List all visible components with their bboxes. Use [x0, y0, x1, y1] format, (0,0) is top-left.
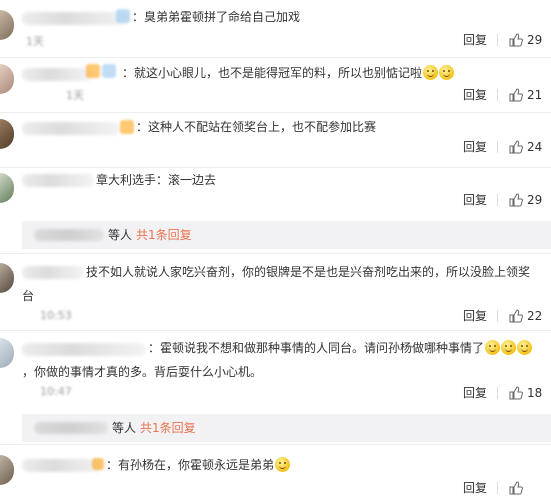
avatar[interactable] — [0, 10, 14, 40]
reply-button[interactable]: 回复 — [463, 87, 487, 103]
member-badge-icon — [120, 120, 134, 134]
thumbs-up-icon[interactable] — [509, 309, 523, 323]
avatar[interactable] — [0, 64, 14, 94]
sub-reply-bar[interactable]: 等人 共1条回复 — [22, 221, 551, 249]
comment-text-continued: 台 — [22, 289, 35, 303]
thumbs-up-icon[interactable] — [509, 140, 523, 154]
view-replies-link[interactable]: 共1条回复 — [136, 227, 192, 243]
separator — [497, 194, 498, 206]
comment-text: ：霍顿说我不想和做那种事情的人同台。请问孙杨做哪种事情了 — [148, 340, 533, 356]
like-count: 21 — [527, 88, 543, 102]
separator — [497, 34, 498, 46]
comment-text: ：有孙杨在，你霍顿永远是弟弟 — [106, 457, 291, 473]
avatar[interactable] — [0, 173, 14, 203]
comment-text: 技不如人就说人家吃兴奋剂，你的银牌是不是也是兴奋剂吃出来的，所以没脸上领奖 — [86, 265, 531, 279]
separator — [497, 482, 498, 494]
member-badge-icon — [86, 64, 100, 78]
grin-emoji-icon — [423, 65, 439, 80]
username-blurred[interactable] — [22, 459, 102, 472]
reply-button[interactable]: 回复 — [463, 480, 487, 496]
member-badge-icon — [116, 9, 130, 23]
comment-time: 10:53 — [40, 309, 72, 322]
like-count: 18 — [527, 386, 543, 400]
view-replies-link[interactable]: 共1条回复 — [140, 420, 196, 436]
reply-button[interactable]: 回复 — [463, 192, 487, 208]
thumbs-up-icon[interactable] — [509, 386, 523, 400]
username-blurred[interactable] — [22, 68, 92, 81]
like-count: 22 — [527, 309, 543, 323]
reply-button[interactable]: 回复 — [463, 308, 487, 324]
comment-time: 1天 — [26, 35, 44, 48]
like-count: 29 — [527, 33, 543, 47]
comment-text: ：这种人不配站在领奖台上，也不配参加比赛 — [136, 120, 377, 134]
comment-time: 10:47 — [40, 385, 72, 398]
grin-emoji-icon — [439, 65, 455, 80]
avatar[interactable] — [0, 263, 14, 293]
username-blurred[interactable] — [22, 12, 130, 25]
reply-button[interactable]: 回复 — [463, 385, 487, 401]
sub-reply-people: 等人 — [112, 421, 137, 435]
comment-text-body: ：霍顿说我不想和做那种事情的人同台。请问孙杨做哪种事情了 — [148, 341, 485, 355]
smile-emoji-icon — [517, 340, 533, 355]
separator — [497, 310, 498, 322]
smile-emoji-icon — [501, 340, 517, 355]
smile-emoji-icon — [485, 340, 501, 355]
sub-reply-bar[interactable]: 等人 共1条回复 — [22, 414, 551, 442]
comment-item: ：霍顿说我不想和做那种事情的人同台。请问孙杨做哪种事情了 ，你做的事情才真的多。… — [0, 330, 551, 443]
comment-text-body: ：就这小心眼儿，也不是能得冠军的料，所以也别惦记啦 — [122, 66, 423, 80]
username-blurred[interactable] — [22, 266, 84, 279]
smile-emoji-icon — [275, 457, 291, 472]
comment-item: ：有孙杨在，你霍顿永远是弟弟 回复 — [0, 444, 551, 500]
thumbs-up-icon[interactable] — [509, 33, 523, 47]
vip-badge-icon — [102, 64, 116, 78]
username-blurred[interactable] — [22, 343, 146, 356]
comment-text: ：就这小心眼儿，也不是能得冠军的料，所以也别惦记啦 — [122, 65, 455, 81]
thumbs-up-icon[interactable] — [509, 193, 523, 207]
thumbs-up-icon[interactable] — [509, 481, 523, 495]
comment-text-continued: ，你做的事情才真的多。背后耍什么小心机。 — [22, 365, 263, 379]
comment-item: ：就这小心眼儿，也不是能得冠军的料，所以也别惦记啦 1天 回复 21 — [0, 57, 551, 112]
username-blurred[interactable] — [22, 174, 94, 187]
thumbs-up-icon[interactable] — [509, 88, 523, 102]
sub-reply-users-blurred — [34, 229, 104, 241]
reply-button[interactable]: 回复 — [463, 139, 487, 155]
username-blurred[interactable] — [22, 122, 120, 135]
sub-reply-users-blurred — [34, 422, 108, 434]
avatar[interactable] — [0, 119, 14, 149]
like-count: 24 — [527, 140, 543, 154]
comment-text: ：臭弟弟霍顿拼了命给自己加戏 — [132, 10, 301, 24]
reply-button[interactable]: 回复 — [463, 32, 487, 48]
comment-item: 章大利选手：滚一边去 回复 29 等人 共1条回复 — [0, 167, 551, 253]
avatar[interactable] — [0, 338, 14, 368]
comment-item: 技不如人就说人家吃兴奋剂，你的银牌是不是也是兴奋剂吃出来的，所以没脸上领奖 台 … — [0, 253, 551, 330]
comment-text-body: ：有孙杨在，你霍顿永远是弟弟 — [106, 458, 275, 472]
sub-reply-people: 等人 — [108, 228, 133, 242]
separator — [497, 387, 498, 399]
comment-text: 章大利选手：滚一边去 — [96, 173, 217, 187]
separator — [497, 141, 498, 153]
comment-item: ：这种人不配站在领奖台上，也不配参加比赛 回复 24 — [0, 112, 551, 167]
comment-item: ：臭弟弟霍顿拼了命给自己加戏 1天 回复 29 — [0, 0, 551, 57]
avatar[interactable] — [0, 455, 14, 485]
like-count: 29 — [527, 193, 543, 207]
comment-time: 1天 — [66, 89, 84, 102]
separator — [497, 89, 498, 101]
member-badge-icon — [92, 458, 104, 470]
